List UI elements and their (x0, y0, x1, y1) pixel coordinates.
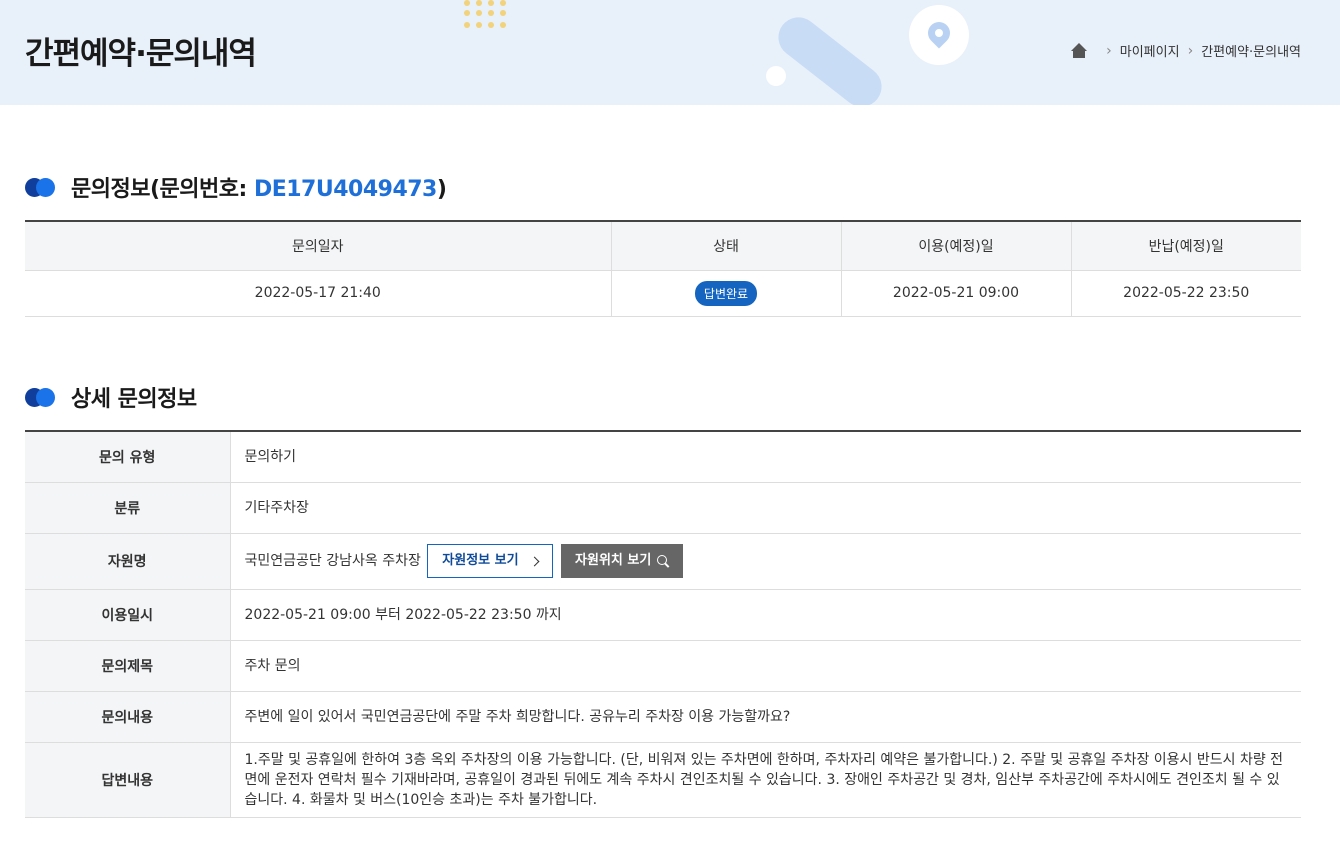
inquiry-number: DE17U4049473 (253, 177, 437, 202)
home-icon[interactable] (1070, 42, 1088, 59)
decorative-dots (464, 0, 514, 30)
resource-cell: 국민연금공단 강남사옥 주차장 자원정보 보기 자원위치 보기 (230, 533, 1301, 590)
table-row: 자원명 국민연금공단 강남사옥 주차장 자원정보 보기 자원위치 보기 (25, 533, 1301, 590)
column-header: 반납(예정)일 (1071, 221, 1301, 271)
table-row: 답변내용 1.주말 및 공휴일에 한하여 3층 옥외 주차장의 이용 가능합니다… (25, 742, 1301, 818)
inquiry-detail-table: 문의 유형 문의하기 분류 기타주차장 자원명 국민연금공단 강남사옥 주차장 … (25, 430, 1301, 818)
table-row: 문의내용 주변에 일이 있어서 국민연금공단에 주말 주차 희망합니다. 공유누… (25, 691, 1301, 743)
row-label: 자원명 (25, 533, 231, 590)
inquiry-summary-table: 문의일자 상태 이용(예정)일 반납(예정)일 2022-05-17 21:40… (25, 220, 1301, 317)
return-date: 2022-05-22 23:50 (1071, 270, 1301, 317)
search-icon (657, 555, 669, 567)
detail-heading: 상세 문의정보 (25, 381, 197, 413)
resource-info-button[interactable]: 자원정보 보기 (427, 544, 553, 578)
inquiry-date: 2022-05-17 21:40 (25, 270, 612, 317)
table-row: 2022-05-17 21:40 답변완료 2022-05-21 09:00 2… (25, 270, 1301, 317)
status-cell: 답변완료 (611, 270, 842, 317)
answer-content: 1.주말 및 공휴일에 한하여 3층 옥외 주차장의 이용 가능합니다. (단,… (230, 742, 1301, 818)
column-header: 이용(예정)일 (841, 221, 1072, 271)
breadcrumb-item-current[interactable]: 간편예약·문의내역 (1201, 41, 1301, 60)
section-title: 상세 문의정보 (71, 387, 197, 412)
row-value: 문의하기 (230, 431, 1301, 483)
page-header-band: 간편예약·문의내역 › 마이페이지 › 간편예약·문의내역 (0, 0, 1340, 105)
column-header: 상태 (611, 221, 842, 271)
table-row: 분류 기타주차장 (25, 482, 1301, 534)
inquiry-info-heading: 문의정보(문의번호: DE17U4049473) (25, 171, 447, 203)
row-value: 주변에 일이 있어서 국민연금공단에 주말 주차 희망합니다. 공유누리 주차장… (230, 691, 1301, 743)
use-date: 2022-05-21 09:00 (841, 270, 1072, 317)
chevron-right-icon (529, 556, 540, 566)
row-value: 기타주차장 (230, 482, 1301, 534)
row-label: 이용일시 (25, 589, 231, 641)
table-row: 문의제목 주차 문의 (25, 640, 1301, 692)
table-row: 이용일시 2022-05-21 09:00 부터 2022-05-22 23:5… (25, 589, 1301, 641)
chevron-right-icon: › (1187, 42, 1194, 59)
resource-location-button[interactable]: 자원위치 보기 (561, 544, 684, 578)
section-bullet-icon (25, 387, 59, 407)
column-header: 문의일자 (25, 221, 612, 271)
row-value: 주차 문의 (230, 640, 1301, 692)
row-label: 문의제목 (25, 640, 231, 692)
breadcrumb: › 마이페이지 › 간편예약·문의내역 (1070, 41, 1301, 60)
section-title: 문의정보(문의번호: DE17U4049473) (71, 177, 447, 202)
section-bullet-icon (25, 177, 59, 197)
resource-name: 국민연금공단 강남사옥 주차장 (244, 553, 421, 569)
page-title: 간편예약·문의내역 (25, 36, 257, 72)
row-label: 분류 (25, 482, 231, 534)
row-label: 문의내용 (25, 691, 231, 743)
status-badge: 답변완료 (694, 280, 758, 306)
row-label: 답변내용 (25, 742, 231, 818)
row-label: 문의 유형 (25, 431, 231, 483)
breadcrumb-item-mypage[interactable]: 마이페이지 (1120, 41, 1180, 60)
decorative-bar (770, 9, 890, 105)
row-value: 2022-05-21 09:00 부터 2022-05-22 23:50 까지 (230, 589, 1301, 641)
decorative-dot (766, 66, 786, 86)
chevron-right-icon: › (1106, 42, 1112, 59)
table-row: 문의 유형 문의하기 (25, 431, 1301, 483)
